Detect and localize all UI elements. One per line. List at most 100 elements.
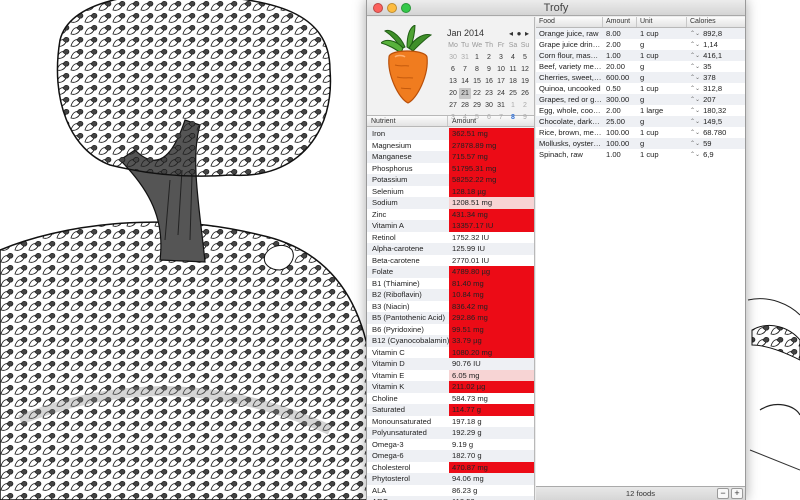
food-amount[interactable]: 600.00 — [603, 73, 637, 82]
calendar-day[interactable]: 16 — [483, 76, 495, 87]
calendar-day[interactable]: 13 — [447, 76, 459, 87]
food-row[interactable]: Corn flour, mas… 1.00 1 cup ⌃⌄ 416,1 — [536, 50, 745, 61]
food-unit[interactable]: 1 cup — [637, 150, 687, 159]
food-unit[interactable]: 1 cup — [637, 84, 687, 93]
food-row[interactable]: Orange juice, raw 8.00 1 cup ⌃⌄ 892,8 — [536, 28, 745, 39]
nutrient-row[interactable]: Folate 4789.80 µg — [367, 266, 534, 278]
food-unit[interactable]: g — [637, 117, 687, 126]
unit-stepper-icon[interactable]: ⌃⌄ — [690, 107, 700, 114]
calendar-day[interactable]: 19 — [519, 76, 531, 87]
food-amount[interactable]: 2.00 — [603, 106, 637, 115]
nutrient-row[interactable]: Omega-3 9.19 g — [367, 438, 534, 450]
food-amount[interactable]: 20.00 — [603, 62, 637, 71]
calendar-day[interactable]: 11 — [507, 64, 519, 75]
nutrient-row[interactable]: Polyunsaturated 192.29 g — [367, 427, 534, 439]
nutrient-row[interactable]: Saturated 114.77 g — [367, 404, 534, 416]
nutrient-row[interactable]: B1 (Thiamine) 81.40 mg — [367, 277, 534, 289]
calendar-day[interactable]: 6 — [447, 64, 459, 75]
calendar-day[interactable]: 7 — [459, 64, 471, 75]
nutrient-row[interactable]: B5 (Pantothenic Acid) 292.86 mg — [367, 312, 534, 324]
nutrient-row[interactable]: Potassium 58252.22 mg — [367, 174, 534, 186]
calendar-day[interactable]: 4 — [459, 112, 471, 123]
food-unit[interactable]: g — [637, 95, 687, 104]
title-bar[interactable]: Trofy — [367, 0, 745, 16]
unit-stepper-icon[interactable]: ⌃⌄ — [690, 85, 700, 92]
food-row[interactable]: Grapes, red or g… 300.00 g ⌃⌄ 207 — [536, 94, 745, 105]
calendar-day[interactable]: 30 — [447, 52, 459, 63]
food-row[interactable]: Beef, variety me… 20.00 g ⌃⌄ 35 — [536, 61, 745, 72]
calendar-day[interactable]: 9 — [483, 64, 495, 75]
calendar-day[interactable]: 8 — [507, 112, 519, 123]
nutrient-row[interactable]: Sodium 1208.51 mg — [367, 197, 534, 209]
calendar-day[interactable]: 2 — [519, 100, 531, 111]
next-month-button[interactable]: ▸ — [523, 29, 531, 38]
unit-stepper-icon[interactable]: ⌃⌄ — [690, 129, 700, 136]
food-amount[interactable]: 25.00 — [603, 117, 637, 126]
calendar-day[interactable]: 21 — [459, 88, 471, 99]
nutrient-row[interactable]: B12 (Cyanocobalamin) 33.79 µg — [367, 335, 534, 347]
calendar-day[interactable]: 23 — [483, 88, 495, 99]
calendar-day[interactable]: 20 — [447, 88, 459, 99]
calendar-day[interactable]: 27 — [447, 100, 459, 111]
nutrient-row[interactable]: B3 (Niacin) 836.42 mg — [367, 300, 534, 312]
calendar-day[interactable]: 17 — [495, 76, 507, 87]
calendar-day[interactable]: 5 — [519, 52, 531, 63]
food-unit[interactable]: g — [637, 62, 687, 71]
unit-stepper-icon[interactable]: ⌃⌄ — [690, 118, 700, 125]
food-row[interactable]: Chocolate, dark… 25.00 g ⌃⌄ 149,5 — [536, 116, 745, 127]
food-amount[interactable]: 0.50 — [603, 84, 637, 93]
food-row[interactable]: Quinoa, uncooked 0.50 1 cup ⌃⌄ 312,8 — [536, 83, 745, 94]
food-table[interactable]: Orange juice, raw 8.00 1 cup ⌃⌄ 892,8 Grape j… — [536, 28, 745, 160]
food-amount[interactable]: 2.00 — [603, 40, 637, 49]
nutrient-table[interactable]: Iron 362.51 mg Magnesium 27878.89 mg Mangane… — [367, 128, 534, 500]
calendar-day[interactable]: 6 — [483, 112, 495, 123]
nutrient-row[interactable]: Vitamin C 1080.20 mg — [367, 346, 534, 358]
food-amount[interactable]: 1.00 — [603, 51, 637, 60]
nutrient-row[interactable]: Zinc 431.34 mg — [367, 208, 534, 220]
nutrient-row[interactable]: B2 (Riboflavin) 10.84 mg — [367, 289, 534, 301]
calendar-day[interactable]: 26 — [519, 88, 531, 99]
nutrient-row[interactable]: Cholesterol 470.87 mg — [367, 461, 534, 473]
remove-food-button[interactable]: − — [717, 488, 729, 499]
nutrient-row[interactable]: Vitamin K 211.02 µg — [367, 381, 534, 393]
unit-stepper-icon[interactable]: ⌃⌄ — [690, 52, 700, 59]
food-unit[interactable]: 1 cup — [637, 128, 687, 137]
nutrient-row[interactable]: Choline 584.73 mg — [367, 392, 534, 404]
calendar-day[interactable]: 5 — [471, 112, 483, 123]
unit-stepper-icon[interactable]: ⌃⌄ — [690, 140, 700, 147]
food-row[interactable]: Cherries, sweet,… 600.00 g ⌃⌄ 378 — [536, 72, 745, 83]
nutrient-row[interactable]: Monounsaturated 197.18 g — [367, 415, 534, 427]
calendar-day[interactable]: 30 — [483, 100, 495, 111]
calendar-day[interactable]: 3 — [447, 112, 459, 123]
calendar-day[interactable]: 14 — [459, 76, 471, 87]
food-amount[interactable]: 300.00 — [603, 95, 637, 104]
nutrient-row[interactable]: Phosphorus 51795.31 mg — [367, 162, 534, 174]
food-amount[interactable]: 8.00 — [603, 29, 637, 38]
calendar-day[interactable]: 31 — [459, 52, 471, 63]
nutrient-row[interactable]: ALA 86.23 g — [367, 484, 534, 496]
food-amount[interactable]: 1.00 — [603, 150, 637, 159]
unit-stepper-icon[interactable]: ⌃⌄ — [690, 96, 700, 103]
nutrient-row[interactable]: Vitamin D 90.76 IU — [367, 358, 534, 370]
calendar-day[interactable]: 1 — [471, 52, 483, 63]
today-button[interactable]: ● — [515, 29, 523, 38]
calendar-day[interactable]: 12 — [519, 64, 531, 75]
unit-stepper-icon[interactable]: ⌃⌄ — [690, 30, 700, 37]
food-row[interactable]: Grape juice drin… 2.00 g ⌃⌄ 1,14 — [536, 39, 745, 50]
nutrient-row[interactable]: Retinol 1752.32 IU — [367, 231, 534, 243]
food-row[interactable]: Mollusks, oyster… 100.00 g ⌃⌄ 59 — [536, 138, 745, 149]
food-amount[interactable]: 100.00 — [603, 128, 637, 137]
calendar-day[interactable]: 7 — [495, 112, 507, 123]
nutrient-row[interactable]: Selenium 128.18 µg — [367, 185, 534, 197]
calendar-day[interactable]: 9 — [519, 112, 531, 123]
nutrient-row[interactable]: Phytosterol 94.06 mg — [367, 473, 534, 485]
calendar-day[interactable]: 31 — [495, 100, 507, 111]
food-unit[interactable]: 1 cup — [637, 51, 687, 60]
food-unit[interactable]: g — [637, 40, 687, 49]
food-row[interactable]: Spinach, raw 1.00 1 cup ⌃⌄ 6,9 — [536, 149, 745, 160]
calendar-day[interactable]: 1 — [507, 100, 519, 111]
nutrient-row[interactable]: Manganese 715.57 mg — [367, 151, 534, 163]
calendar-day[interactable]: 28 — [459, 100, 471, 111]
nutrient-row[interactable]: Magnesium 27878.89 mg — [367, 139, 534, 151]
unit-stepper-icon[interactable]: ⌃⌄ — [690, 74, 700, 81]
